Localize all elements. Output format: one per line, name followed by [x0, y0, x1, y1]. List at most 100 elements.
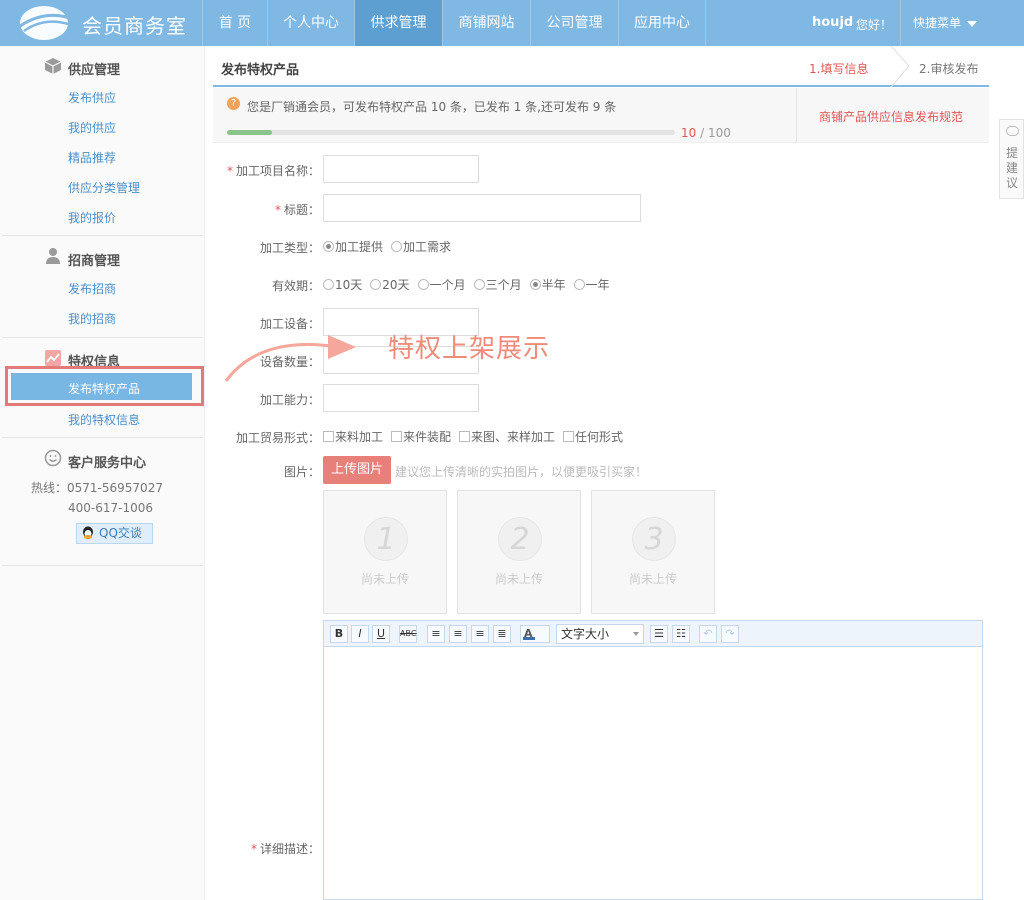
radio-icon[interactable]	[417, 279, 429, 290]
redo-icon[interactable]: ↷	[721, 625, 739, 643]
validity-20d[interactable]: 20天	[370, 278, 410, 292]
checkbox-icon[interactable]	[391, 431, 403, 442]
strikethrough-icon[interactable]: ABC	[399, 625, 417, 643]
radio-icon[interactable]	[573, 279, 585, 290]
slot-status: 尚未上传	[628, 572, 677, 586]
trade-option-sample[interactable]: 来图、来样加工	[459, 430, 555, 444]
smile-icon	[44, 449, 62, 467]
slot-number: 1	[364, 517, 408, 561]
quota-progress-fill	[227, 130, 272, 135]
trade-option-any[interactable]: 任何形式	[563, 430, 623, 444]
type-option-provide-label: 加工提供	[335, 240, 384, 254]
quick-menu-button[interactable]: 快捷菜单	[900, 0, 1024, 46]
sidebar-title-supply: 供应管理	[68, 63, 121, 78]
italic-icon[interactable]: I	[351, 625, 369, 643]
validity-1y-label: 一年	[585, 278, 610, 292]
nav-personal-center[interactable]: 个人中心	[267, 0, 354, 46]
nav-home[interactable]: 首 页	[202, 0, 267, 46]
qq-icon	[83, 526, 93, 539]
sidebar-item-supply-category[interactable]: 供应分类管理	[68, 179, 140, 196]
image-slot-1[interactable]: 1 尚未上传	[323, 490, 447, 614]
validity-1m[interactable]: 一个月	[417, 278, 466, 292]
project-name-label-text: 加工项目名称：	[235, 164, 320, 178]
publish-rules-link[interactable]: 商铺产品供应信息发布规范	[819, 108, 963, 125]
upload-hint: 建议您上传清晰的实拍图片，以便更吸引买家！	[395, 465, 648, 479]
bold-icon[interactable]: B	[330, 625, 348, 643]
radio-icon[interactable]	[391, 241, 403, 252]
sidebar-item-featured[interactable]: 精品推荐	[68, 149, 116, 166]
image-slot-2[interactable]: 2 尚未上传	[457, 490, 581, 614]
align-left-icon[interactable]: ≡	[427, 625, 445, 643]
title-input[interactable]	[323, 194, 641, 222]
project-name-label: * 加工项目名称：	[210, 162, 320, 179]
type-label: 加工类型：	[259, 241, 320, 255]
nav-company[interactable]: 公司管理	[530, 0, 618, 46]
arrow-icon	[224, 335, 356, 382]
nav-supply-demand[interactable]: 供求管理	[354, 0, 442, 46]
font-size-select[interactable]: 文字大小	[556, 624, 644, 644]
trade-option-assembly[interactable]: 来件装配	[391, 430, 451, 444]
image-slot-3[interactable]: 3 尚未上传	[591, 490, 715, 614]
font-color-icon[interactable]: A	[520, 625, 550, 643]
sidebar-item-my-quotes[interactable]: 我的报价	[68, 209, 116, 226]
sidebar-item-my-supply[interactable]: 我的供应	[68, 119, 116, 136]
undo-icon[interactable]: ↶	[699, 625, 717, 643]
radio-checked-icon[interactable]	[529, 279, 541, 290]
hotline: 热线：0571-56957027	[31, 479, 163, 496]
sidebar-item-publish-invest[interactable]: 发布招商	[68, 280, 116, 297]
sidebar-item-publish-supply[interactable]: 发布供应	[68, 89, 116, 106]
step-review-publish: 2.审核发布	[919, 62, 979, 76]
validity-1y[interactable]: 一年	[573, 278, 610, 292]
validity-6m[interactable]: 半年	[529, 278, 566, 292]
checkbox-icon[interactable]	[563, 431, 575, 442]
description-label-text: 详细描述：	[259, 842, 320, 856]
upload-image-button[interactable]: 上传图片	[323, 456, 391, 484]
checkbox-icon[interactable]	[459, 431, 471, 442]
numbered-list-icon[interactable]: ☷	[672, 625, 690, 643]
slot-number: 3	[632, 517, 676, 561]
radio-icon[interactable]	[370, 279, 382, 290]
align-justify-icon[interactable]: ≣	[493, 625, 511, 643]
qq-chat-button[interactable]: QQ交谈	[76, 523, 153, 544]
underline-icon[interactable]: U	[372, 625, 390, 643]
step-fill-info: 1.填写信息	[809, 62, 869, 76]
sidebar-item-my-privilege[interactable]: 我的特权信息	[68, 411, 140, 428]
align-center-icon[interactable]: ≡	[449, 625, 467, 643]
progress-sep: /	[696, 126, 708, 140]
sidebar-item-my-invest[interactable]: 我的招商	[68, 310, 116, 327]
greeting: 您好！	[856, 18, 893, 32]
type-radio-group: 加工提供 加工需求	[323, 238, 459, 255]
trade-option-assembly-label: 来件装配	[403, 430, 452, 444]
nav-apps[interactable]: 应用中心	[618, 0, 706, 46]
quota-text: 您是厂销通会员，可发布特权产品 10 条，已发布 1 条,还可发布 9 条	[247, 100, 617, 114]
radio-checked-icon[interactable]	[323, 241, 334, 252]
radio-icon[interactable]	[323, 279, 334, 290]
progress-current: 10	[681, 126, 697, 140]
capacity-input[interactable]	[323, 384, 479, 412]
validity-label: 有效期：	[271, 279, 320, 293]
checkbox-icon[interactable]	[323, 431, 334, 442]
username[interactable]: houjd	[812, 15, 853, 30]
quota-progress-bar	[227, 130, 675, 135]
radio-icon[interactable]	[473, 279, 485, 290]
trade-option-material[interactable]: 来料加工	[323, 430, 383, 444]
validity-10d[interactable]: 10天	[323, 278, 362, 292]
feedback-tab[interactable]: 提建议	[999, 119, 1024, 199]
trade-label: 加工贸易形式：	[235, 431, 320, 445]
align-right-icon[interactable]: ≡	[471, 625, 489, 643]
project-name-input[interactable]	[323, 155, 479, 183]
validity-3m[interactable]: 三个月	[473, 278, 522, 292]
type-option-provide[interactable]: 加工提供	[323, 240, 383, 254]
user-icon	[46, 248, 60, 264]
sidebar-item-publish-privilege[interactable]: 发布特权产品	[68, 380, 140, 397]
trade-option-any-label: 任何形式	[575, 430, 624, 444]
hotline-phone-1: 0571-56957027	[67, 481, 163, 495]
type-option-demand[interactable]: 加工需求	[391, 240, 451, 254]
info-icon: ?	[227, 97, 240, 110]
bullet-list-icon[interactable]: ☰	[650, 625, 668, 643]
nav-shop-site[interactable]: 商铺网站	[442, 0, 530, 46]
trade-option-material-label: 来料加工	[335, 430, 384, 444]
validity-20d-label: 20天	[382, 278, 410, 292]
hotline-label: 热线：	[31, 481, 68, 495]
quota-notice: ? 您是厂销通会员，可发布特权产品 10 条，已发布 1 条,还可发布 9 条 …	[213, 88, 989, 143]
